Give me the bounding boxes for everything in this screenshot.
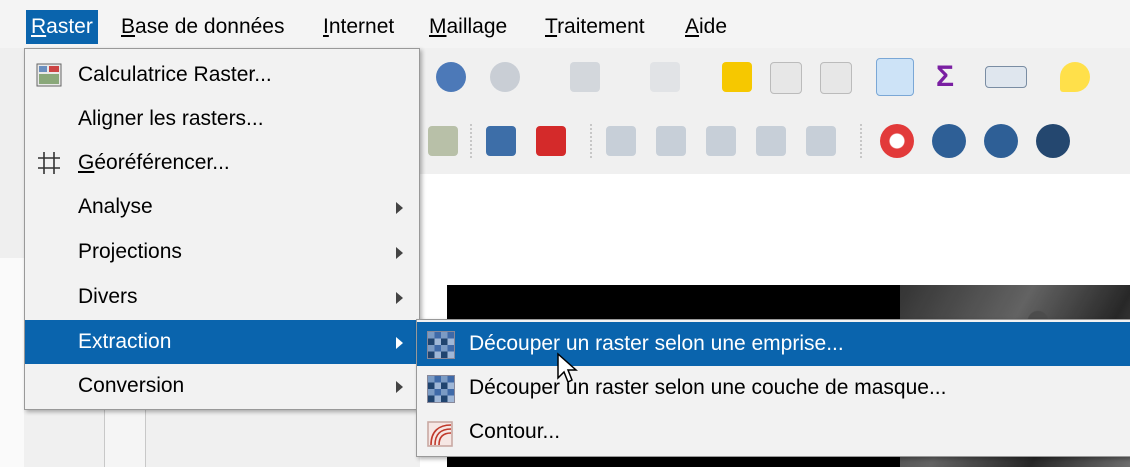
layer-style-icon[interactable] <box>428 126 458 156</box>
submenu-item-contour[interactable]: Contour... <box>417 410 1130 454</box>
show-hide-label-icon[interactable] <box>656 126 686 156</box>
submenu-arrow-icon <box>396 381 403 393</box>
toolbar-separator <box>470 124 474 158</box>
rotate-label-icon[interactable] <box>756 126 786 156</box>
mouse-cursor-icon <box>557 352 578 384</box>
raster-menu: Calculatrice Raster... Aligner les raste… <box>24 48 420 410</box>
menu-item-conversion[interactable]: Conversion <box>25 364 419 408</box>
measure-ruler-icon[interactable] <box>985 66 1027 88</box>
select-features-icon[interactable] <box>570 62 600 92</box>
menu-internet[interactable]: Internet <box>318 10 399 44</box>
menu-item-divers[interactable]: Divers <box>25 275 419 319</box>
menu-item-analyse[interactable]: Analyse <box>25 185 419 229</box>
extraction-submenu: Découper un raster selon une emprise... … <box>416 319 1130 457</box>
toolbar-labels <box>420 106 1130 175</box>
toolbar-attributes: Σ <box>420 48 1130 107</box>
left-dock-panel-lower <box>0 258 24 467</box>
menu-raster[interactable]: Raster <box>26 10 98 44</box>
menu-item-aligner-rasters[interactable]: Aligner les rasters... <box>25 97 419 141</box>
georeferencer-grid-icon <box>35 149 63 177</box>
menu-item-projections[interactable]: Projections <box>25 230 419 274</box>
statistics-sigma-icon[interactable]: Σ <box>930 62 960 92</box>
toolbox-gear-icon[interactable] <box>876 58 914 96</box>
toolbar-separator <box>860 124 864 158</box>
identify-features-icon[interactable] <box>436 62 466 92</box>
submenu-arrow-icon <box>396 247 403 259</box>
clip-raster-mask-icon <box>427 375 455 403</box>
submenu-item-decouper-emprise[interactable]: Découper un raster selon une emprise... <box>417 322 1130 366</box>
menu-base-de-donnees[interactable]: Base de données <box>116 10 289 44</box>
menu-aide[interactable]: Aide <box>680 10 732 44</box>
toolbar-separator <box>590 124 594 158</box>
menu-maillage[interactable]: Maillage <box>424 10 512 44</box>
contour-icon <box>427 419 453 447</box>
attribute-table-icon[interactable] <box>770 62 802 94</box>
submenu-arrow-icon <box>396 337 403 349</box>
web-globe-icon[interactable] <box>932 124 966 158</box>
layers-panel-edge <box>104 408 146 467</box>
select-polygon-icon[interactable] <box>650 62 680 92</box>
label-abc-red-icon[interactable] <box>536 126 566 156</box>
submenu-item-decouper-masque[interactable]: Découper un raster selon une couche de m… <box>417 366 1130 410</box>
move-label-icon[interactable] <box>706 126 736 156</box>
menu-item-georeferencer[interactable]: Géoréférencer... <box>25 141 419 185</box>
submenu-arrow-icon <box>396 202 403 214</box>
raster-calculator-icon <box>35 61 63 89</box>
change-label-icon[interactable] <box>806 126 836 156</box>
label-tool-icon[interactable] <box>486 126 516 156</box>
field-calculator-icon[interactable] <box>820 62 852 94</box>
map-tips-icon[interactable] <box>1060 62 1090 92</box>
web-search-globe-icon[interactable] <box>984 124 1018 158</box>
submenu-arrow-icon <box>396 292 403 304</box>
pin-label-icon[interactable] <box>606 126 636 156</box>
lifebuoy-icon[interactable] <box>880 124 914 158</box>
geocode-binoculars-icon[interactable] <box>1036 124 1070 158</box>
menu-item-extraction[interactable]: Extraction <box>25 320 419 364</box>
deselect-icon[interactable] <box>722 62 752 92</box>
menu-bar: Raster Base de données Internet Maillage… <box>0 0 1130 48</box>
menu-traitement[interactable]: Traitement <box>540 10 650 44</box>
left-dock-panel <box>0 48 25 258</box>
menu-item-calculatrice-raster[interactable]: Calculatrice Raster... <box>25 53 419 97</box>
action-icon[interactable] <box>490 62 520 92</box>
clip-raster-extent-icon <box>427 331 455 359</box>
